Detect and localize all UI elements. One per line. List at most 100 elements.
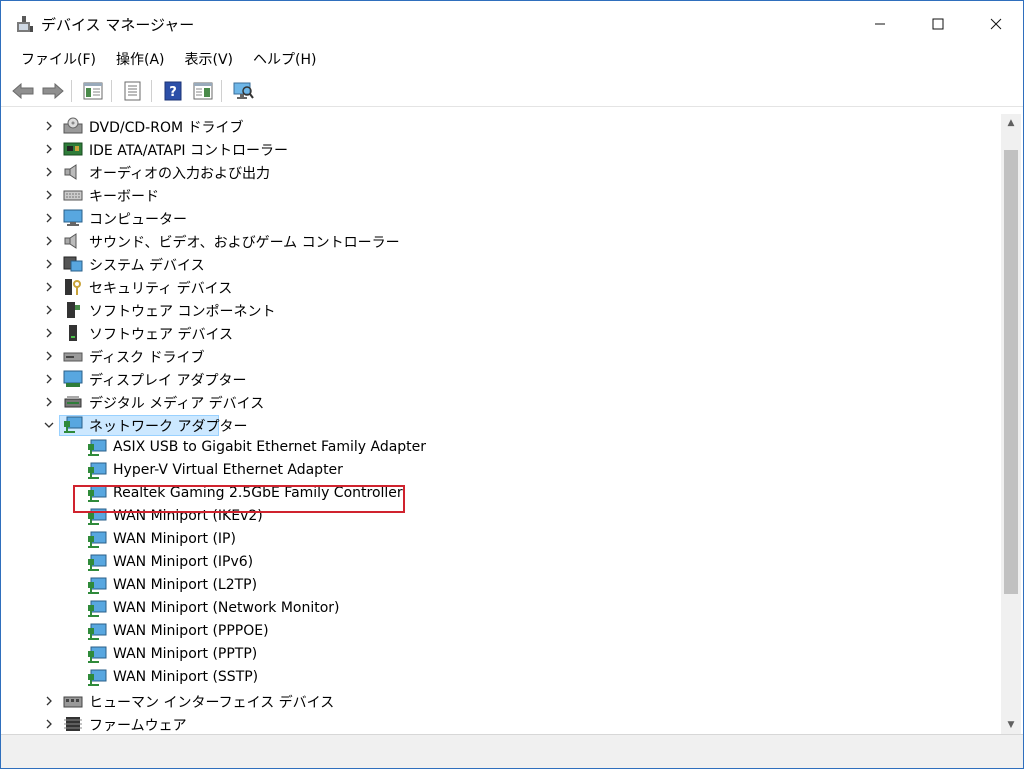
chevron-right-icon[interactable] [42, 349, 56, 363]
tree-device-item[interactable]: WAN Miniport (PPTP) [9, 644, 989, 667]
action-pane-icon[interactable] [191, 80, 215, 102]
properties-icon[interactable] [121, 80, 145, 102]
network-adapter-icon [87, 669, 107, 687]
tree-category[interactable]: システム デバイス [9, 253, 989, 276]
chevron-right-icon[interactable] [42, 372, 56, 386]
tree-category[interactable]: オーディオの入力および出力 [9, 161, 989, 184]
tree-item-label: キーボード [89, 189, 159, 205]
scrollbar-thumb[interactable] [1004, 150, 1018, 594]
tree-item-label: DVD/CD-ROM ドライブ [89, 120, 244, 136]
tree-category[interactable]: セキュリティ デバイス [9, 276, 989, 299]
disk-drive-icon [63, 347, 83, 365]
menu-action[interactable]: 操作(A) [106, 47, 175, 74]
speaker-icon [63, 232, 83, 250]
close-button[interactable] [967, 1, 1024, 47]
highlight-annotation [73, 485, 405, 513]
chevron-right-icon[interactable] [42, 326, 56, 340]
tree-category-expanded[interactable]: ネットワーク アダプター [9, 414, 989, 437]
chevron-right-icon[interactable] [42, 257, 56, 271]
tree-category[interactable]: コンピューター [9, 207, 989, 230]
tree-item-label: WAN Miniport (L2TP) [113, 577, 258, 593]
chevron-right-icon[interactable] [42, 280, 56, 294]
menu-bar: ファイル(F) 操作(A) 表示(V) ヘルプ(H) [1, 47, 1023, 74]
chevron-right-icon[interactable] [42, 211, 56, 225]
chevron-down-icon[interactable] [42, 418, 56, 432]
maximize-button[interactable] [909, 1, 967, 47]
device-manager-icon [15, 14, 35, 34]
chevron-right-icon[interactable] [42, 694, 56, 708]
tree-item-label: ディスプレイ アダプター [89, 373, 247, 389]
tree-item-label: ファームウェア [89, 718, 187, 734]
tree-device-item[interactable]: ASIX USB to Gigabit Ethernet Family Adap… [9, 437, 989, 460]
tree-category[interactable]: ディスプレイ アダプター [9, 368, 989, 391]
network-adapter-icon [87, 623, 107, 641]
menu-view[interactable]: 表示(V) [175, 47, 244, 74]
chevron-right-icon[interactable] [42, 303, 56, 317]
scroll-down-arrow[interactable]: ▼ [1001, 716, 1021, 734]
back-icon[interactable] [11, 80, 35, 102]
chevron-right-icon[interactable] [42, 395, 56, 409]
tree-item-label: ネットワーク アダプター [89, 419, 248, 435]
forward-icon[interactable] [41, 80, 65, 102]
console-tree-icon[interactable] [81, 80, 105, 102]
chevron-right-icon[interactable] [42, 188, 56, 202]
tree-category[interactable]: ヒューマン インターフェイス デバイス [9, 690, 989, 713]
toolbar-separator [71, 80, 72, 102]
chevron-right-icon[interactable] [42, 717, 56, 731]
tree-item-label: WAN Miniport (PPTP) [113, 646, 258, 662]
tree-item-label: ASIX USB to Gigabit Ethernet Family Adap… [113, 439, 427, 455]
network-adapter-icon [87, 577, 107, 595]
tree-item-label: ソフトウェア コンポーネント [89, 304, 276, 320]
tree-item-label: WAN Miniport (Network Monitor) [113, 600, 340, 616]
tree-item-label: ディスク ドライブ [89, 350, 205, 366]
tree-category[interactable]: ソフトウェア デバイス [9, 322, 989, 345]
vertical-scrollbar[interactable]: ▲ ▼ [1001, 114, 1021, 734]
media-device-icon [63, 393, 83, 411]
software-device-icon [63, 324, 83, 342]
tree-item-label: コンピューター [89, 212, 187, 228]
tree-category[interactable]: DVD/CD-ROM ドライブ [9, 115, 989, 138]
tree-item-label: WAN Miniport (SSTP) [113, 669, 259, 685]
network-adapter-icon [87, 600, 107, 618]
tree-category[interactable]: ソフトウェア コンポーネント [9, 299, 989, 322]
chevron-right-icon[interactable] [42, 234, 56, 248]
chevron-right-icon[interactable] [42, 142, 56, 156]
toolbar-separator [221, 80, 222, 102]
dvd-drive-icon [63, 117, 83, 135]
tree-category[interactable]: サウンド、ビデオ、およびゲーム コントローラー [9, 230, 989, 253]
security-device-icon [63, 278, 83, 296]
menu-help[interactable]: ヘルプ(H) [243, 47, 326, 74]
tree-category[interactable]: ディスク ドライブ [9, 345, 989, 368]
hid-icon [63, 692, 83, 710]
device-tree: DVD/CD-ROM ドライブ IDE ATA/ATAPI コントローラーオーディ… [9, 114, 1001, 734]
tree-device-item[interactable]: WAN Miniport (IPv6) [9, 552, 989, 575]
tree-item-label: IDE ATA/ATAPI コントローラー [89, 143, 289, 159]
tree-category[interactable]: IDE ATA/ATAPI コントローラー [9, 138, 989, 161]
network-adapter-icon [87, 554, 107, 572]
toolbar-separator [151, 80, 152, 102]
tree-category[interactable]: ファームウェア [9, 713, 989, 734]
tree-device-item[interactable]: WAN Miniport (IP) [9, 529, 989, 552]
tree-device-item[interactable]: Hyper-V Virtual Ethernet Adapter [9, 460, 989, 483]
tree-device-item[interactable]: WAN Miniport (PPPOE) [9, 621, 989, 644]
minimize-button[interactable] [851, 1, 909, 47]
network-adapter-icon [63, 416, 83, 434]
tree-item-label: ヒューマン インターフェイス デバイス [89, 695, 335, 711]
title-bar[interactable]: デバイス マネージャー [1, 1, 1023, 47]
tree-item-label: WAN Miniport (IP) [113, 531, 236, 547]
tree-device-item[interactable]: WAN Miniport (SSTP) [9, 667, 989, 690]
chevron-right-icon[interactable] [42, 119, 56, 133]
scan-hardware-icon[interactable] [231, 80, 255, 102]
help-icon[interactable]: ? [161, 80, 185, 102]
tree-device-item[interactable]: WAN Miniport (L2TP) [9, 575, 989, 598]
toolbar: ? [1, 74, 1023, 107]
scroll-up-arrow[interactable]: ▲ [1001, 114, 1021, 132]
speaker-icon [63, 163, 83, 181]
tree-item-label: システム デバイス [89, 258, 205, 274]
tree-category[interactable]: デジタル メディア デバイス [9, 391, 989, 414]
menu-file[interactable]: ファイル(F) [11, 47, 106, 74]
tree-device-item[interactable]: WAN Miniport (Network Monitor) [9, 598, 989, 621]
tree-item-label: ソフトウェア デバイス [89, 327, 234, 343]
chevron-right-icon[interactable] [42, 165, 56, 179]
tree-category[interactable]: キーボード [9, 184, 989, 207]
